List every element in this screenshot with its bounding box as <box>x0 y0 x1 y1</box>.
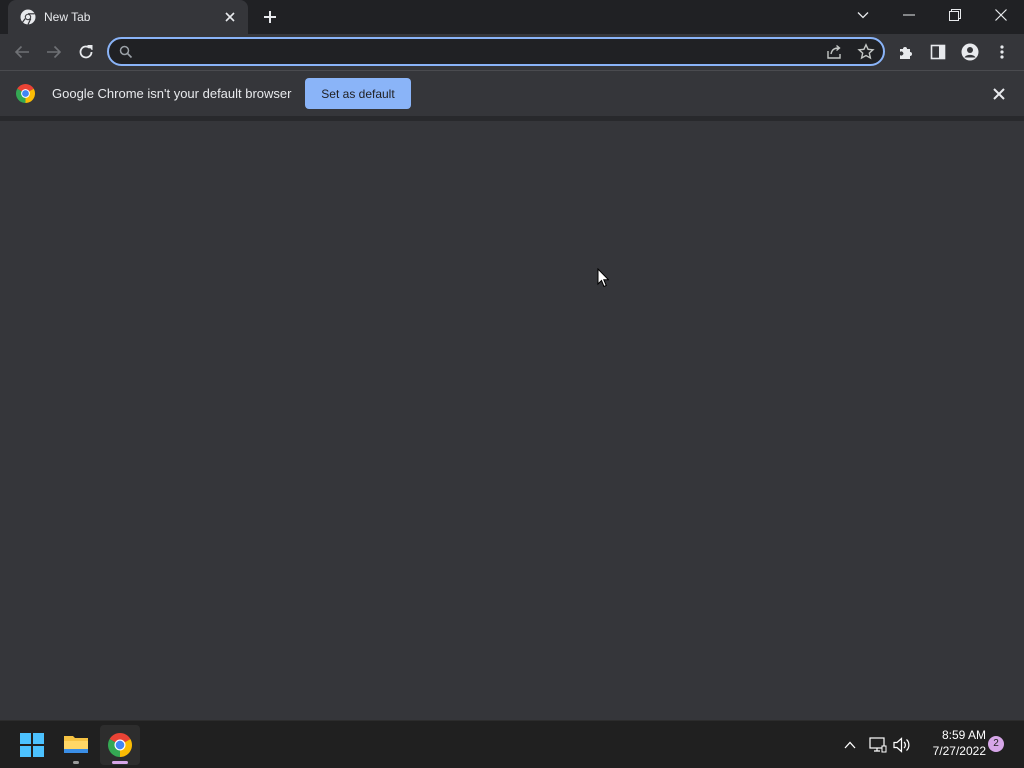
puzzle-icon <box>900 47 912 59</box>
tab-search-button[interactable] <box>840 0 886 30</box>
title-bar: New Tab <box>0 0 1024 34</box>
network-icon <box>869 737 887 753</box>
file-explorer-icon <box>64 736 88 753</box>
chrome-logo-icon <box>16 84 35 103</box>
share-icon[interactable] <box>825 43 843 61</box>
tab-new-tab[interactable]: New Tab <box>8 0 248 34</box>
notification-badge[interactable]: 2 <box>988 736 1004 752</box>
close-icon <box>995 9 1007 21</box>
profile-icon <box>961 43 979 61</box>
bookmark-star-icon[interactable] <box>857 43 875 61</box>
page-content[interactable] <box>0 121 1024 720</box>
side-panel-icon <box>930 44 946 60</box>
close-infobar-icon[interactable] <box>990 85 1008 103</box>
taskbar-file-explorer[interactable] <box>56 725 96 765</box>
restore-icon <box>949 9 961 21</box>
infobar-message: Google Chrome isn't your default browser <box>52 86 292 101</box>
close-tab-icon[interactable] <box>222 9 238 25</box>
reload-icon <box>79 45 93 59</box>
chevron-up-icon <box>844 741 856 749</box>
start-button[interactable] <box>12 725 52 765</box>
forward-button[interactable] <box>42 40 66 64</box>
address-input[interactable] <box>139 39 799 64</box>
running-indicator <box>73 761 79 764</box>
taskbar-clock[interactable]: 8:59 AM 7/27/2022 <box>918 727 986 763</box>
address-bar[interactable] <box>107 37 885 66</box>
reload-button[interactable] <box>74 40 98 64</box>
minimize-icon <box>903 14 915 16</box>
chrome-icon <box>108 733 132 757</box>
restore-button[interactable] <box>932 0 978 30</box>
more-vertical-icon <box>1000 45 1004 59</box>
profile-button[interactable] <box>958 40 982 64</box>
side-panel-button[interactable] <box>926 40 950 64</box>
default-browser-infobar: Google Chrome isn't your default browser… <box>0 70 1024 116</box>
active-indicator <box>112 761 128 764</box>
arrow-right-icon <box>47 45 62 59</box>
show-hidden-icons-button[interactable] <box>840 735 860 755</box>
taskbar-chrome[interactable] <box>100 725 140 765</box>
volume-icon <box>893 737 910 753</box>
search-icon <box>119 45 133 59</box>
clock-date: 7/27/2022 <box>932 744 986 758</box>
windows-start-icon <box>20 733 44 757</box>
arrow-left-icon <box>14 45 29 59</box>
network-button[interactable] <box>868 735 888 755</box>
browser-toolbar <box>0 34 1024 70</box>
clock-time: 8:59 AM <box>941 728 986 742</box>
taskbar: 8:59 AM 7/27/2022 <box>0 720 1024 768</box>
new-tab-button[interactable] <box>258 6 282 28</box>
volume-button[interactable] <box>892 735 912 755</box>
mouse-cursor-icon <box>597 268 609 288</box>
back-button[interactable] <box>10 40 34 64</box>
close-window-button[interactable] <box>978 0 1024 30</box>
extensions-button[interactable] <box>894 40 918 64</box>
minimize-button[interactable] <box>886 0 932 30</box>
tab-title: New Tab <box>44 10 91 24</box>
chrome-menu-button[interactable] <box>990 40 1014 64</box>
set-as-default-button[interactable]: Set as default <box>305 78 411 109</box>
chrome-icon <box>20 9 36 25</box>
chevron-down-icon <box>857 12 869 19</box>
